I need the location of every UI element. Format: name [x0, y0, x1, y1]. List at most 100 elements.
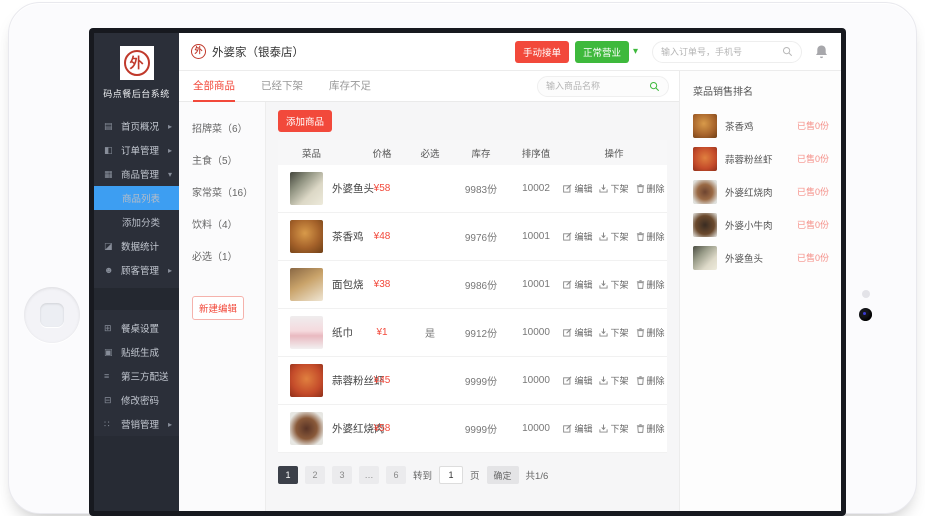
sidebar-item-goods-list[interactable]: 商品列表: [94, 186, 179, 210]
edit-button[interactable]: 编辑: [563, 230, 592, 243]
sidebar-item-password[interactable]: ⊟ 修改密码: [94, 388, 179, 412]
sidebar-item-statistics[interactable]: ◪ 数据统计: [94, 234, 179, 258]
dish-photo: [693, 180, 717, 204]
dish-photo: [693, 114, 717, 138]
off-shelf-button[interactable]: 下架: [599, 422, 628, 435]
off-shelf-button[interactable]: 下架: [599, 326, 628, 339]
dish-stock: 9983份: [451, 181, 511, 196]
dish-sort-value: 10000: [511, 423, 561, 434]
search-icon[interactable]: [649, 81, 660, 92]
business-status-button[interactable]: 正常营业: [575, 41, 629, 63]
sidebar-item-marketing[interactable]: ∷ 营销管理 ▸: [94, 412, 179, 436]
product-search-input[interactable]: [546, 81, 649, 91]
page-button-1[interactable]: 1: [278, 466, 298, 484]
page-button-ellipsis[interactable]: …: [359, 466, 379, 484]
category-item[interactable]: 饮料（4）: [192, 216, 265, 231]
edit-button[interactable]: 编辑: [563, 326, 592, 339]
column-header-stock: 库存: [451, 146, 511, 160]
tablet-frame: 外 码点餐后台系统 ▤ 首页概况 ▸ ◧ 订单管理 ▸ ▦: [8, 2, 917, 514]
overview-icon: ▤: [104, 121, 116, 132]
off-shelf-button[interactable]: 下架: [599, 182, 628, 195]
ranking-item: 茶香鸡 已售0份: [693, 109, 829, 142]
product-search-box[interactable]: [537, 76, 669, 97]
marketing-icon: ∷: [104, 419, 116, 430]
sidebar-item-overview[interactable]: ▤ 首页概况 ▸: [94, 114, 179, 138]
page-button-3[interactable]: 3: [332, 466, 352, 484]
manual-order-button[interactable]: 手动接单: [515, 41, 569, 63]
dish-stock: 9986份: [451, 277, 511, 292]
goto-page-input[interactable]: [439, 466, 463, 484]
tab-off-shelf[interactable]: 已经下架: [261, 71, 303, 102]
off-shelf-button[interactable]: 下架: [599, 230, 628, 243]
page-button-6[interactable]: 6: [386, 466, 406, 484]
tab-all-products[interactable]: 全部商品: [193, 71, 235, 102]
ranking-item: 外婆鱼头 已售0份: [693, 241, 829, 274]
delete-button[interactable]: 删除: [636, 230, 665, 243]
sidebar-item-label: 修改密码: [121, 393, 159, 407]
topbar: 外 外婆家（银泰店） 手动接单 正常营业 ▾: [179, 33, 841, 71]
sidebar-item-sticker[interactable]: ▣ 贴纸生成: [94, 340, 179, 364]
notification-bell-icon[interactable]: [814, 44, 829, 60]
category-item[interactable]: 主食（5）: [192, 152, 265, 167]
edit-icon: [563, 424, 572, 433]
sidebar-item-label: 商品管理: [121, 167, 159, 181]
search-icon[interactable]: [782, 46, 793, 57]
edit-button[interactable]: 编辑: [563, 422, 592, 435]
dish-photo: [290, 172, 323, 205]
camera: [859, 308, 872, 321]
sidebar-item-delivery[interactable]: ≡ 第三方配送: [94, 364, 179, 388]
table-row: 蒜蓉粉丝虾 ¥45 9999份 10000 编辑 下架 删除: [278, 357, 667, 405]
status-chevron-down-icon[interactable]: ▾: [633, 46, 638, 57]
goto-confirm-button[interactable]: 确定: [487, 466, 519, 484]
sidebar-item-add-category[interactable]: 添加分类: [94, 210, 179, 234]
delete-button[interactable]: 删除: [636, 422, 665, 435]
home-button[interactable]: [24, 287, 80, 343]
order-search-input[interactable]: [661, 47, 782, 57]
dish-photo: [693, 213, 717, 237]
sidebar-item-label: 餐桌设置: [121, 321, 159, 335]
sidebar-item-table-settings[interactable]: ⊞ 餐桌设置: [94, 316, 179, 340]
dish-photo: [290, 268, 323, 301]
app-window: 外 码点餐后台系统 ▤ 首页概况 ▸ ◧ 订单管理 ▸ ▦: [94, 33, 841, 511]
category-item[interactable]: 家常菜（16）: [192, 184, 265, 199]
delete-button[interactable]: 删除: [636, 326, 665, 339]
ranking-dish-name: 茶香鸡: [725, 119, 754, 133]
edit-icon: [563, 232, 572, 241]
edit-button[interactable]: 编辑: [563, 374, 592, 387]
tab-low-stock[interactable]: 库存不足: [329, 71, 371, 102]
off-shelf-button[interactable]: 下架: [599, 374, 628, 387]
sales-ranking-panel: 菜品销售排名 茶香鸡 已售0份 蒜蓉粉丝虾 已售0份: [679, 71, 841, 511]
goods-icon: ▦: [104, 169, 116, 180]
dish-required: 是: [409, 325, 451, 340]
sidebar-item-label: 添加分类: [122, 215, 160, 229]
delete-button[interactable]: 删除: [636, 374, 665, 387]
sidebar-divider: [94, 288, 179, 310]
edit-button[interactable]: 编辑: [563, 182, 592, 195]
order-search-box[interactable]: [652, 41, 802, 63]
page-button-2[interactable]: 2: [305, 466, 325, 484]
sidebar-item-customers[interactable]: ☻ 顾客管理 ▸: [94, 258, 179, 282]
sidebar-nav: ▤ 首页概况 ▸ ◧ 订单管理 ▸ ▦ 商品管理 ▾: [94, 114, 179, 436]
add-product-button[interactable]: 添加商品: [278, 110, 332, 132]
brand-logo: 外: [120, 46, 154, 80]
dish-price: ¥48: [355, 231, 409, 242]
tabs-bar: 全部商品 已经下架 库存不足: [179, 71, 679, 102]
delete-button[interactable]: 删除: [636, 182, 665, 195]
ranking-dish-name: 外婆红烧肉: [725, 185, 773, 199]
category-item[interactable]: 招牌菜（6）: [192, 120, 265, 135]
screen: 外 码点餐后台系统 ▤ 首页概况 ▸ ◧ 订单管理 ▸ ▦: [89, 28, 846, 516]
new-edit-button[interactable]: 新建编辑: [192, 296, 244, 320]
table-row: 茶香鸡 ¥48 9976份 10001 编辑 下架 删除: [278, 213, 667, 261]
dish-photo: [290, 316, 323, 349]
chevron-right-icon: ▸: [168, 266, 172, 275]
dish-sort-value: 10000: [511, 327, 561, 338]
ranking-sold-count: 已售0份: [797, 119, 829, 132]
off-shelf-button[interactable]: 下架: [599, 278, 628, 291]
edit-button[interactable]: 编辑: [563, 278, 592, 291]
off-shelf-icon: [599, 232, 608, 241]
column-header-sort: 排序值: [511, 146, 561, 160]
category-item[interactable]: 必选（1）: [192, 248, 265, 263]
sidebar-item-orders[interactable]: ◧ 订单管理 ▸: [94, 138, 179, 162]
delete-button[interactable]: 删除: [636, 278, 665, 291]
sidebar-item-goods[interactable]: ▦ 商品管理 ▾: [94, 162, 179, 186]
